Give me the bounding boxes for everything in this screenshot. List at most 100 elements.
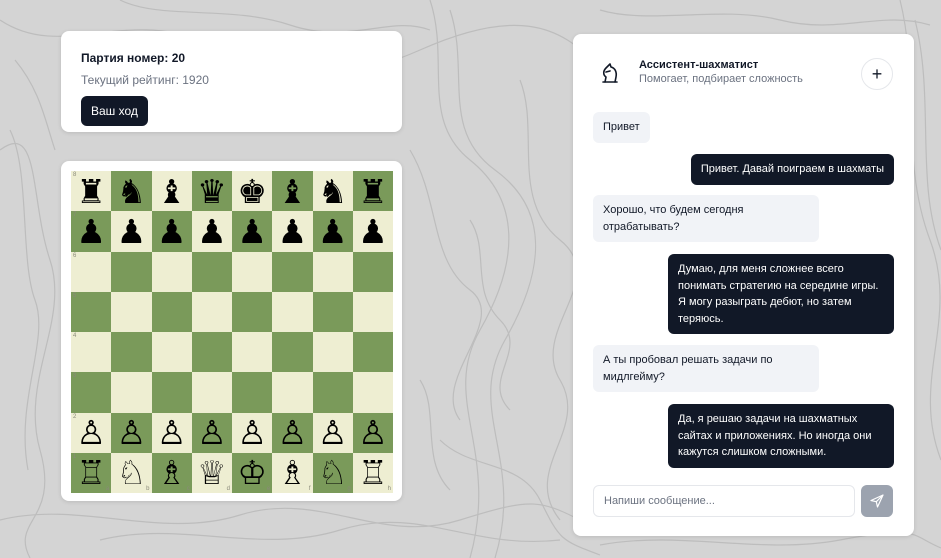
board-square[interactable] [312, 332, 353, 373]
board-square[interactable] [232, 251, 273, 292]
white-piece[interactable]: ♖ [358, 456, 388, 489]
chessboard[interactable]: 8 ♜ ♞ ♝ ♛ ♚ ♝ ♞ ♜ 7 ♟ ♟ ♟ ♟ ♟ ♟ ♟ ♟ 6 5 4 3 2 ♙ ♙ ♙ ♙ ♙ ♙ ♙ ♙ 1 a ♖ b ♘ c ♗ d ♕… [71, 171, 393, 493]
board-square[interactable] [272, 372, 313, 413]
board-square[interactable]: ♙ [111, 412, 152, 453]
board-square[interactable] [111, 291, 152, 332]
black-piece[interactable]: ♛ [197, 175, 227, 208]
white-piece[interactable]: ♘ [117, 456, 147, 489]
white-piece[interactable]: ♗ [157, 456, 187, 489]
board-square[interactable] [352, 291, 393, 332]
board-square[interactable] [272, 251, 313, 292]
board-square[interactable] [151, 372, 192, 413]
board-square[interactable]: ♙ [272, 412, 313, 453]
white-piece[interactable]: ♙ [358, 416, 388, 449]
white-piece[interactable]: ♙ [157, 416, 187, 449]
board-square[interactable] [232, 372, 273, 413]
black-piece[interactable]: ♝ [278, 175, 308, 208]
board-square[interactable] [111, 251, 152, 292]
board-square[interactable]: 4 [71, 332, 112, 373]
board-square[interactable]: c ♗ [151, 452, 192, 493]
board-square[interactable]: 6 [71, 251, 112, 292]
white-piece[interactable]: ♔ [237, 456, 267, 489]
new-chat-button[interactable]: + [861, 58, 893, 90]
board-square[interactable] [232, 332, 273, 373]
board-square[interactable]: ♚ [232, 171, 273, 212]
board-square[interactable] [151, 291, 192, 332]
board-square[interactable]: ♙ [352, 412, 393, 453]
board-square[interactable]: 2 ♙ [71, 412, 112, 453]
board-square[interactable] [111, 332, 152, 373]
white-piece[interactable]: ♖ [76, 456, 106, 489]
black-piece[interactable]: ♟ [157, 215, 187, 248]
black-piece[interactable]: ♜ [76, 175, 106, 208]
board-square[interactable]: ♟ [232, 211, 273, 252]
board-square[interactable]: e ♔ [232, 452, 273, 493]
board-square[interactable]: ♟ [272, 211, 313, 252]
white-piece[interactable]: ♙ [197, 416, 227, 449]
board-square[interactable]: 5 [71, 291, 112, 332]
white-piece[interactable]: ♙ [117, 416, 147, 449]
board-square[interactable]: ♟ [111, 211, 152, 252]
board-square[interactable] [312, 291, 353, 332]
black-piece[interactable]: ♟ [358, 215, 388, 248]
board-square[interactable] [352, 372, 393, 413]
board-square[interactable]: ♞ [312, 171, 353, 212]
board-square[interactable]: d ♕ [191, 452, 232, 493]
board-square[interactable] [312, 372, 353, 413]
board-square[interactable]: ♙ [312, 412, 353, 453]
board-square[interactable]: ♟ [151, 211, 192, 252]
board-square[interactable]: ♟ [352, 211, 393, 252]
black-piece[interactable]: ♟ [237, 215, 267, 248]
board-square[interactable] [151, 332, 192, 373]
board-square[interactable]: ♛ [191, 171, 232, 212]
board-square[interactable]: 3 [71, 372, 112, 413]
board-square[interactable]: ♜ [352, 171, 393, 212]
white-piece[interactable]: ♙ [76, 416, 106, 449]
black-piece[interactable]: ♟ [76, 215, 106, 248]
black-piece[interactable]: ♚ [237, 175, 267, 208]
black-piece[interactable]: ♝ [157, 175, 187, 208]
your-turn-button[interactable]: Ваш ход [81, 96, 148, 126]
send-button[interactable] [861, 485, 893, 517]
board-square[interactable]: ♟ [191, 211, 232, 252]
board-square[interactable]: 8 ♜ [71, 171, 112, 212]
board-square[interactable]: ♙ [151, 412, 192, 453]
black-piece[interactable]: ♟ [117, 215, 147, 248]
board-square[interactable] [272, 332, 313, 373]
board-square[interactable]: ♙ [232, 412, 273, 453]
board-square[interactable] [151, 251, 192, 292]
board-square[interactable] [232, 291, 273, 332]
board-square[interactable] [191, 291, 232, 332]
board-square[interactable]: ♝ [151, 171, 192, 212]
board-square[interactable] [352, 332, 393, 373]
board-square[interactable] [191, 332, 232, 373]
board-square[interactable]: ♟ [312, 211, 353, 252]
message-input[interactable] [593, 485, 855, 517]
board-square[interactable]: ♝ [272, 171, 313, 212]
board-square[interactable]: h ♖ [352, 452, 393, 493]
board-square[interactable] [191, 372, 232, 413]
white-piece[interactable]: ♙ [318, 416, 348, 449]
white-piece[interactable]: ♘ [318, 456, 348, 489]
black-piece[interactable]: ♞ [117, 175, 147, 208]
board-square[interactable]: f ♗ [272, 452, 313, 493]
white-piece[interactable]: ♙ [278, 416, 308, 449]
white-piece[interactable]: ♙ [237, 416, 267, 449]
white-piece[interactable]: ♕ [197, 456, 227, 489]
board-square[interactable]: 7 ♟ [71, 211, 112, 252]
board-square[interactable] [111, 372, 152, 413]
black-piece[interactable]: ♟ [197, 215, 227, 248]
board-square[interactable]: 1 a ♖ [71, 452, 112, 493]
black-piece[interactable]: ♜ [358, 175, 388, 208]
board-square[interactable]: ♙ [191, 412, 232, 453]
board-square[interactable] [272, 291, 313, 332]
black-piece[interactable]: ♟ [278, 215, 308, 248]
white-piece[interactable]: ♗ [278, 456, 308, 489]
board-square[interactable] [352, 251, 393, 292]
board-square[interactable]: b ♘ [111, 452, 152, 493]
black-piece[interactable]: ♟ [318, 215, 348, 248]
board-square[interactable] [312, 251, 353, 292]
black-piece[interactable]: ♞ [318, 175, 348, 208]
board-square[interactable]: ♞ [111, 171, 152, 212]
board-square[interactable] [191, 251, 232, 292]
